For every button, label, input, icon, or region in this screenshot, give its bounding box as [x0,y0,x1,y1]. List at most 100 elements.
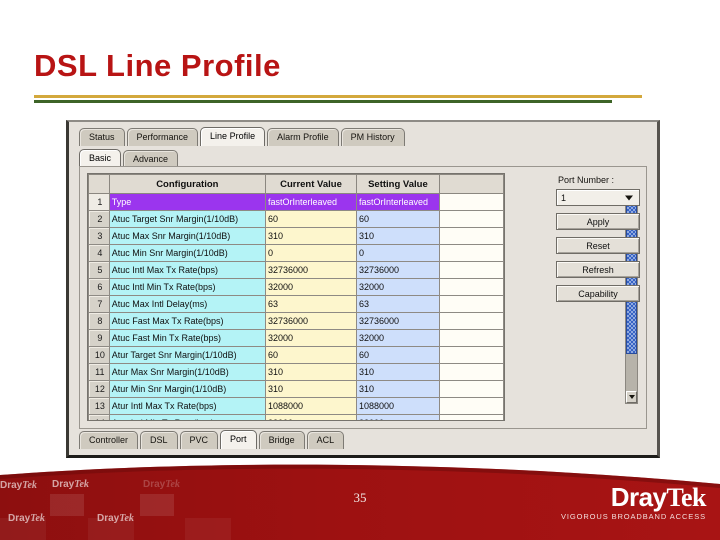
cell-current-value[interactable]: 32736000 [264,261,358,279]
row-number[interactable]: 3 [88,227,110,245]
cell-setting-value[interactable]: 32736000 [356,261,440,279]
bottomtab-pvc[interactable]: PVC [179,431,219,449]
row-number[interactable]: 1 [88,193,110,211]
cell-setting-value[interactable]: fastOrInterleaved [356,193,440,211]
tab-alarm-profile[interactable]: Alarm Profile [267,128,339,146]
table-row[interactable]: 2 Atuc Target Snr Margin(1/10dB) 60 60 [88,210,504,228]
cell-blank[interactable] [438,193,504,211]
port-number-dropdown[interactable]: 1 [556,189,640,206]
cell-blank[interactable] [438,346,504,364]
cell-setting-value[interactable]: 32000 [356,278,440,296]
cell-setting-value[interactable]: 32736000 [356,312,440,330]
table-row[interactable]: 12 Atur Min Snr Margin(1/10dB) 310 310 [88,380,504,398]
cell-configuration[interactable]: Atur Intl Min Tx Rate(bps) [108,414,266,420]
cell-blank[interactable] [438,295,504,313]
cell-current-value[interactable]: 60 [264,346,358,364]
cell-setting-value[interactable]: 310 [356,380,440,398]
table-row[interactable]: 10 Atur Target Snr Margin(1/10dB) 60 60 [88,346,504,364]
table-row[interactable]: 8 Atuc Fast Max Tx Rate(bps) 32736000 32736… [88,312,504,330]
cell-configuration[interactable]: Atuc Target Snr Margin(1/10dB) [108,210,266,228]
row-number[interactable]: 9 [88,329,110,347]
row-number[interactable]: 6 [88,278,110,296]
cell-current-value[interactable]: 1088000 [264,397,358,415]
cell-current-value[interactable]: 32000 [264,414,358,420]
cell-configuration[interactable]: Atuc Intl Min Tx Rate(bps) [108,278,266,296]
table-row[interactable]: 9 Atuc Fast Min Tx Rate(bps) 32000 32000 [88,329,504,347]
cell-configuration[interactable]: Atur Intl Max Tx Rate(bps) [108,397,266,415]
table-row[interactable]: 14Atur Intl Min Tx Rate(bps)3200032000 [88,414,504,420]
cell-blank[interactable] [438,278,504,296]
row-number[interactable]: 11 [88,363,110,381]
table-row[interactable]: 11 Atur Max Snr Margin(1/10dB) 310 310 [88,363,504,381]
tab-status[interactable]: Status [79,128,125,146]
cell-setting-value[interactable]: 60 [356,346,440,364]
cell-current-value[interactable]: 63 [264,295,358,313]
bottomtab-controller[interactable]: Controller [79,431,139,449]
cell-configuration[interactable]: Atur Target Snr Margin(1/10dB) [108,346,266,364]
cell-setting-value[interactable]: 32000 [356,414,440,420]
row-number[interactable]: 14 [88,414,110,420]
cell-current-value[interactable]: 310 [264,380,358,398]
cell-current-value[interactable]: 310 [264,227,358,245]
cell-blank[interactable] [438,261,504,279]
cell-blank[interactable] [438,414,504,420]
cell-current-value[interactable]: 32000 [264,329,358,347]
cell-current-value[interactable]: 0 [264,244,358,262]
cell-current-value[interactable]: 60 [264,210,358,228]
tab-line-profile[interactable]: Line Profile [200,127,266,146]
cell-setting-value[interactable]: 310 [356,227,440,245]
apply-button[interactable]: Apply [556,213,640,230]
table-row[interactable]: 13 Atur Intl Max Tx Rate(bps) 1088000 10880… [88,397,504,415]
tab-pm-history[interactable]: PM History [340,128,405,146]
cell-configuration[interactable]: Atur Min Snr Margin(1/10dB) [108,380,266,398]
bottomtab-acl[interactable]: ACL [306,431,345,449]
refresh-button[interactable]: Refresh [556,261,640,278]
row-number[interactable]: 13 [88,397,110,415]
cell-configuration[interactable]: Atuc Intl Max Tx Rate(bps) [108,261,266,279]
cell-configuration[interactable]: Atuc Fast Max Tx Rate(bps) [108,312,266,330]
scroll-down-arrow-icon[interactable] [626,391,637,403]
cell-blank[interactable] [438,329,504,347]
cell-blank[interactable] [438,210,504,228]
column-header-current-value[interactable]: Current Value [264,174,358,194]
capability-button[interactable]: Capability [556,285,640,302]
table-row[interactable]: 7 Atuc Max Intl Delay(ms) 63 63 [88,295,504,313]
cell-setting-value[interactable]: 1088000 [356,397,440,415]
cell-setting-value[interactable]: 60 [356,210,440,228]
row-number[interactable]: 2 [88,210,110,228]
cell-blank[interactable] [438,312,504,330]
cell-blank[interactable] [438,227,504,245]
cell-blank[interactable] [438,397,504,415]
cell-current-value[interactable]: 32000 [264,278,358,296]
column-header-blank[interactable] [438,174,504,194]
cell-blank[interactable] [438,363,504,381]
bottomtab-bridge[interactable]: Bridge [258,431,305,449]
cell-configuration[interactable]: Atuc Min Snr Margin(1/10dB) [108,244,266,262]
row-number[interactable]: 12 [88,380,110,398]
row-number[interactable]: 10 [88,346,110,364]
tab-performance[interactable]: Performance [126,128,199,146]
cell-current-value[interactable]: 32736000 [264,312,358,330]
column-header-setting-value[interactable]: Setting Value [356,174,440,194]
cell-configuration[interactable]: Atur Max Snr Margin(1/10dB) [108,363,266,381]
cell-current-value[interactable]: 310 [264,363,358,381]
cell-blank[interactable] [438,244,504,262]
row-number[interactable]: 4 [88,244,110,262]
bottomtab-dsl[interactable]: DSL [140,431,178,449]
cell-configuration[interactable]: Atuc Max Snr Margin(1/10dB) [108,227,266,245]
bottomtab-port[interactable]: Port [220,430,257,449]
cell-blank[interactable] [438,380,504,398]
table-row[interactable]: 6 Atuc Intl Min Tx Rate(bps) 32000 32000 [88,278,504,296]
table-row[interactable]: 5 Atuc Intl Max Tx Rate(bps) 32736000 32736… [88,261,504,279]
row-number[interactable]: 7 [88,295,110,313]
row-number[interactable]: 5 [88,261,110,279]
row-number[interactable]: 8 [88,312,110,330]
cell-current-value[interactable]: fastOrInterleaved [264,193,358,211]
table-row[interactable]: 3 Atuc Max Snr Margin(1/10dB) 310 310 [88,227,504,245]
cell-setting-value[interactable]: 0 [356,244,440,262]
table-row[interactable]: 1 Type fastOrInterleaved fastOrInterleaved [88,193,504,211]
reset-button[interactable]: Reset [556,237,640,254]
cell-configuration[interactable]: Atuc Max Intl Delay(ms) [108,295,266,313]
cell-setting-value[interactable]: 32000 [356,329,440,347]
cell-configuration[interactable]: Atuc Fast Min Tx Rate(bps) [108,329,266,347]
